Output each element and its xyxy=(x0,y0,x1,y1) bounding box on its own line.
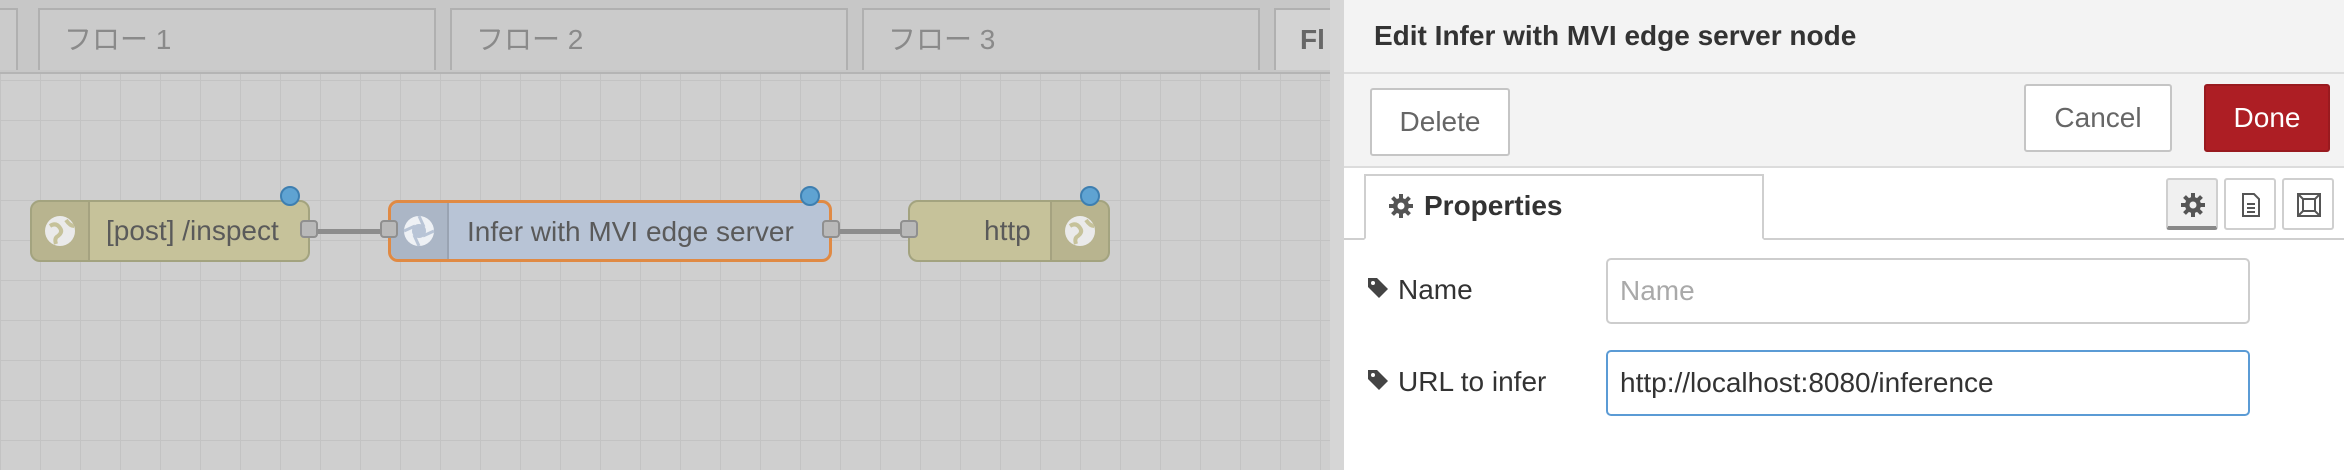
node-label: http xyxy=(984,215,1031,246)
globe-icon xyxy=(32,202,90,260)
document-icon xyxy=(2242,193,2260,217)
node-http-response[interactable]: http xyxy=(908,200,1110,262)
node-label: Infer with MVI edge server xyxy=(467,216,794,247)
flow-tab-bar: フロー 1 フロー 2 フロー 3 Fl xyxy=(0,0,1340,74)
edit-tray: Edit Infer with MVI edge server node Del… xyxy=(1330,0,2344,470)
input-port[interactable] xyxy=(900,220,918,238)
tab-flow-2[interactable]: フロー 2 xyxy=(450,8,848,70)
input-port[interactable] xyxy=(380,220,398,238)
tab-scroll-left[interactable] xyxy=(0,8,18,70)
done-button[interactable]: Done xyxy=(2204,84,2330,152)
tab-appearance[interactable] xyxy=(2282,178,2334,230)
tab-properties-label: Properties xyxy=(1424,190,1563,221)
wire[interactable] xyxy=(834,229,910,234)
tab-label: フロー 3 xyxy=(888,24,996,55)
tag-icon xyxy=(1368,370,1388,390)
tab-label: フロー 1 xyxy=(64,24,172,55)
tray-title: Edit Infer with MVI edge server node xyxy=(1374,20,1857,51)
tag-icon xyxy=(1368,278,1388,298)
cancel-button[interactable]: Cancel xyxy=(2024,84,2172,152)
output-port[interactable] xyxy=(822,220,840,238)
tray-tab-row: Properties xyxy=(1344,168,2344,240)
tab-properties[interactable]: Properties xyxy=(1364,174,1764,240)
tab-flow-1[interactable]: フロー 1 xyxy=(38,8,436,70)
tray-toolbar: Delete Cancel Done xyxy=(1344,74,2344,168)
globe-icon xyxy=(1050,202,1108,260)
flow-workspace[interactable]: フロー 1 フロー 2 フロー 3 Fl [post] /inspect Inf… xyxy=(0,0,1340,470)
tab-label: Fl xyxy=(1300,24,1325,55)
tray-header: Edit Infer with MVI edge server node xyxy=(1344,0,2344,74)
output-port[interactable] xyxy=(300,220,318,238)
aperture-icon xyxy=(391,203,449,259)
status-dot xyxy=(800,186,820,206)
node-http-in[interactable]: [post] /inspect xyxy=(30,200,310,262)
tab-label: フロー 2 xyxy=(476,24,584,55)
status-dot xyxy=(280,186,300,206)
gear-icon xyxy=(2181,193,2205,217)
node-label: [post] /inspect xyxy=(106,215,279,246)
status-dot xyxy=(1080,186,1100,206)
name-label-text: Name xyxy=(1398,274,1473,305)
name-label: Name xyxy=(1368,274,1473,306)
gear-icon xyxy=(1389,194,1413,218)
wire[interactable] xyxy=(316,229,390,234)
url-label: URL to infer xyxy=(1368,366,1547,398)
tab-description[interactable] xyxy=(2224,178,2276,230)
url-label-text: URL to infer xyxy=(1398,366,1547,397)
node-mvi-inference[interactable]: Infer with MVI edge server xyxy=(388,200,832,262)
tab-settings[interactable] xyxy=(2166,178,2218,230)
tab-flow-3[interactable]: フロー 3 xyxy=(862,8,1260,70)
url-input[interactable] xyxy=(1606,350,2250,416)
name-input[interactable] xyxy=(1606,258,2250,324)
delete-button[interactable]: Delete xyxy=(1370,88,1510,156)
frame-icon xyxy=(2297,193,2321,217)
